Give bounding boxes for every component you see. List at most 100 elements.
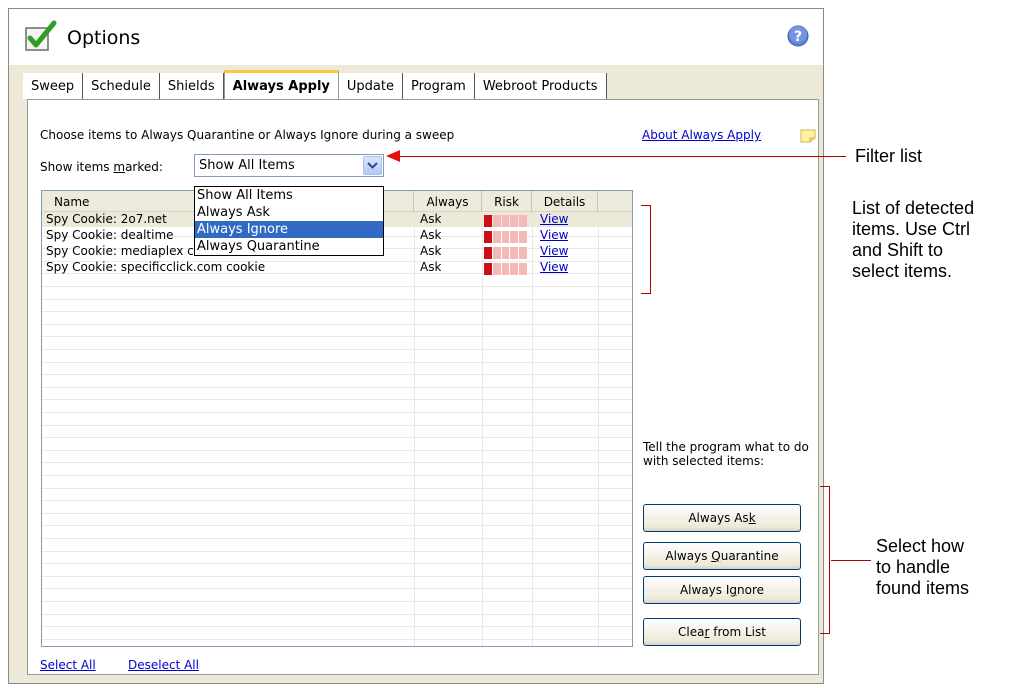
tab-update[interactable]: Update (338, 73, 403, 99)
checkmark-icon (25, 20, 57, 51)
column-header-details[interactable]: Details (532, 191, 598, 212)
always-ask-button[interactable]: Always Ask (643, 504, 801, 532)
risk-meter (484, 263, 528, 275)
buttons-annotation-bracket (820, 486, 830, 634)
grid-line (42, 552, 632, 565)
tab-schedule[interactable]: Schedule (83, 73, 160, 99)
tab-sweep[interactable]: Sweep (23, 73, 84, 99)
annotation-line: List of detected (852, 198, 975, 218)
filter-option-always-ignore[interactable]: Always Ignore (195, 221, 383, 238)
filter-select[interactable]: Show All Items (194, 154, 384, 177)
tab-label: Program (410, 78, 466, 94)
filter-option-always-quarantine[interactable]: Always Quarantine (195, 238, 383, 255)
tab-label: Schedule (91, 78, 151, 94)
tab-always-apply[interactable]: Always Apply (223, 70, 339, 99)
deselect-all-link[interactable]: Deselect All (128, 658, 199, 672)
filter-dropdown-list[interactable]: Show All Items Always Ask Always Ignore … (194, 186, 384, 256)
annotation-line: items. Use Ctrl (852, 219, 971, 239)
grid-line (42, 590, 632, 602)
filter-option-always-ask[interactable]: Always Ask (195, 204, 383, 221)
svg-text:?: ? (794, 29, 802, 45)
risk-meter (484, 215, 528, 227)
tab-label: Shields (167, 78, 215, 94)
tab-shields[interactable]: Shields (159, 73, 224, 99)
grid-line (42, 464, 632, 476)
window-title: Options (67, 27, 141, 49)
filter-annotation-line (400, 156, 846, 157)
grid-line (42, 414, 632, 426)
clear-from-list-button[interactable]: Clear from List (643, 618, 801, 646)
grid-line (42, 388, 632, 401)
column-header-always[interactable]: Always (414, 191, 482, 212)
view-link[interactable]: View (540, 260, 568, 275)
row-always: Ask (420, 260, 442, 274)
tab-label: Sweep (31, 78, 75, 94)
list-annotation-bracket (641, 205, 651, 294)
grid-line (42, 376, 632, 388)
grid-line (42, 603, 632, 615)
view-link[interactable]: View (540, 244, 568, 259)
instruction-text: Tell the program what to do with selecte… (643, 440, 809, 468)
help-icon[interactable]: ? (787, 25, 809, 47)
row-name: Spy Cookie: specificclick.com cookie (46, 260, 266, 274)
annotation-line: found items (876, 578, 970, 598)
grid-column-line (532, 212, 533, 646)
tab-label: Always Apply (232, 78, 330, 94)
list-row[interactable]: Spy Cookie: specificclick.com cookie Ask… (42, 260, 632, 275)
grid-line (42, 439, 632, 451)
tab-label: Update (346, 78, 394, 94)
arrow-left-icon (386, 150, 400, 162)
select-all-link[interactable]: Select All (40, 658, 96, 672)
tab-bar: Sweep Schedule Shields Always Apply Upda… (23, 70, 607, 99)
grid-line (42, 426, 632, 439)
grid-line (42, 514, 632, 527)
tab-program[interactable]: Program (402, 73, 475, 99)
grid-line (42, 351, 632, 363)
annotation-line: to handle (876, 557, 951, 577)
always-apply-panel: Choose items to Always Quarantine or Alw… (27, 99, 819, 675)
grid-line (42, 628, 632, 640)
always-quarantine-button[interactable]: Always Quarantine (643, 542, 801, 570)
chevron-down-icon[interactable] (363, 156, 382, 175)
column-header-risk[interactable]: Risk (482, 191, 532, 212)
row-always: Ask (420, 228, 442, 242)
tab-webroot-products[interactable]: Webroot Products (474, 73, 607, 99)
about-always-apply-link[interactable]: About Always Apply (642, 128, 761, 142)
annotation-line: select items. (852, 261, 953, 281)
row-always: Ask (420, 244, 442, 258)
grid-line (42, 325, 632, 338)
view-link[interactable]: View (540, 228, 568, 243)
handle-annotation: Select how to handle found items (876, 536, 969, 599)
grid-line (42, 451, 632, 464)
filter-selected-value: Show All Items (199, 158, 295, 173)
options-window: Options ? Sweep Schedule Shields Always … (8, 8, 824, 684)
filter-list-annotation: Filter list (855, 146, 922, 166)
grid-line (42, 288, 632, 300)
show-items-label: Show items marked: (40, 160, 163, 174)
risk-meter (484, 247, 528, 259)
grid-line (42, 527, 632, 539)
grid-line (42, 275, 632, 287)
always-ignore-button[interactable]: Always Ignore (643, 576, 801, 604)
grid-line (42, 477, 632, 489)
grid-line (42, 313, 632, 325)
buttons-annotation-line (831, 560, 871, 561)
grid-column-line (482, 212, 483, 646)
risk-meter (484, 231, 528, 243)
grid-line (42, 401, 632, 413)
grid-column-line (414, 212, 415, 646)
grid-line (42, 338, 632, 350)
grid-line (42, 300, 632, 313)
grid-line (42, 502, 632, 514)
grid-line (42, 615, 632, 628)
view-link[interactable]: View (540, 212, 568, 227)
grid-column-line (598, 212, 599, 646)
detected-items-list[interactable]: Name Always Risk Details Spy Cookie: 2o7… (41, 190, 633, 647)
grid-line (42, 540, 632, 552)
note-icon (800, 129, 816, 143)
list-annotation: List of detected items. Use Ctrl and Shi… (852, 198, 974, 282)
grid-line (42, 565, 632, 577)
tab-label: Webroot Products (482, 78, 598, 94)
window-header: Options ? (9, 9, 823, 65)
filter-option-show-all[interactable]: Show All Items (195, 187, 383, 204)
